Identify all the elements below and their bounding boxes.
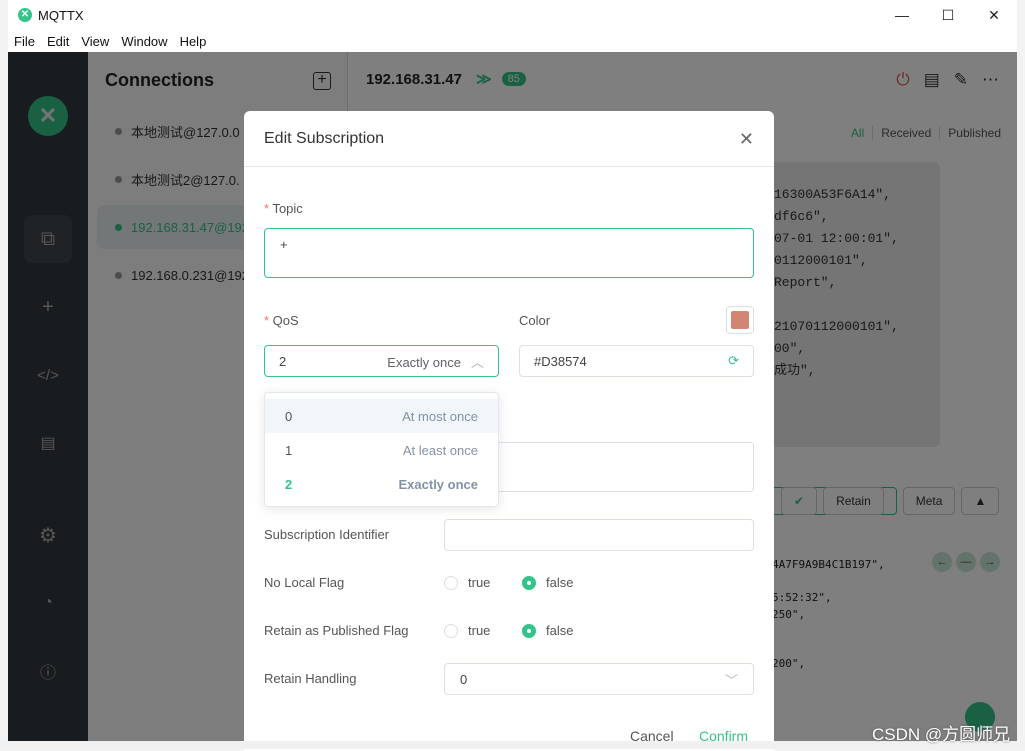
watermark: CSDN @方圆师兄: [872, 725, 1011, 744]
close-window-button[interactable]: ✕: [971, 0, 1017, 30]
rap-label: Retain as Published Flag: [264, 623, 409, 638]
minimize-button[interactable]: —: [879, 0, 925, 30]
color-label: Color: [519, 313, 551, 328]
chevron-down-icon: ﹀: [724, 672, 738, 688]
qos-select[interactable]: 2 Exactly once ︿: [264, 345, 499, 377]
sub-id-label: Subscription Identifier: [264, 527, 390, 542]
menu-edit[interactable]: Edit: [47, 34, 69, 49]
qos-dropdown: 0 At most once 1 At least once 2 Exactly on…: [264, 392, 499, 507]
maximize-button[interactable]: ☐: [925, 0, 971, 30]
sub-id-input[interactable]: [444, 519, 754, 551]
qos-option-0[interactable]: 0 At most once: [265, 399, 498, 433]
menu-view[interactable]: View: [81, 34, 109, 49]
no-local-true-radio[interactable]: true: [444, 575, 490, 590]
qos-label: QoS: [272, 313, 299, 328]
window-title: MQTTX: [38, 7, 84, 23]
menu-file[interactable]: File: [14, 34, 35, 49]
app-logo-icon: ✕: [18, 8, 32, 22]
menu-bar: File Edit View Window Help: [8, 30, 1017, 52]
title-bar: ✕ MQTTX — ☐ ✕: [8, 0, 1017, 30]
rap-true-radio[interactable]: true: [444, 623, 490, 638]
topic-input[interactable]: +: [264, 228, 754, 278]
refresh-icon: ⟳: [728, 353, 739, 368]
color-input[interactable]: #D38574 ⟳: [519, 345, 754, 377]
no-local-label: No Local Flag: [264, 575, 345, 590]
menu-window[interactable]: Window: [121, 34, 167, 49]
qos-option-2[interactable]: 2 Exactly once: [265, 467, 498, 501]
color-picker[interactable]: [726, 306, 754, 334]
retain-handling-select[interactable]: 0 ﹀: [444, 663, 754, 695]
dialog-title: Edit Subscription: [244, 111, 774, 167]
menu-help[interactable]: Help: [180, 34, 207, 49]
chevron-up-icon: ︿: [470, 354, 484, 370]
retain-handling-label: Retain Handling: [264, 671, 357, 686]
rap-false-radio[interactable]: false: [522, 623, 573, 638]
topic-label: Topic: [272, 201, 303, 216]
no-local-false-radio[interactable]: false: [522, 575, 573, 590]
qos-option-1[interactable]: 1 At least once: [265, 433, 498, 467]
close-icon[interactable]: ✕: [739, 129, 754, 150]
